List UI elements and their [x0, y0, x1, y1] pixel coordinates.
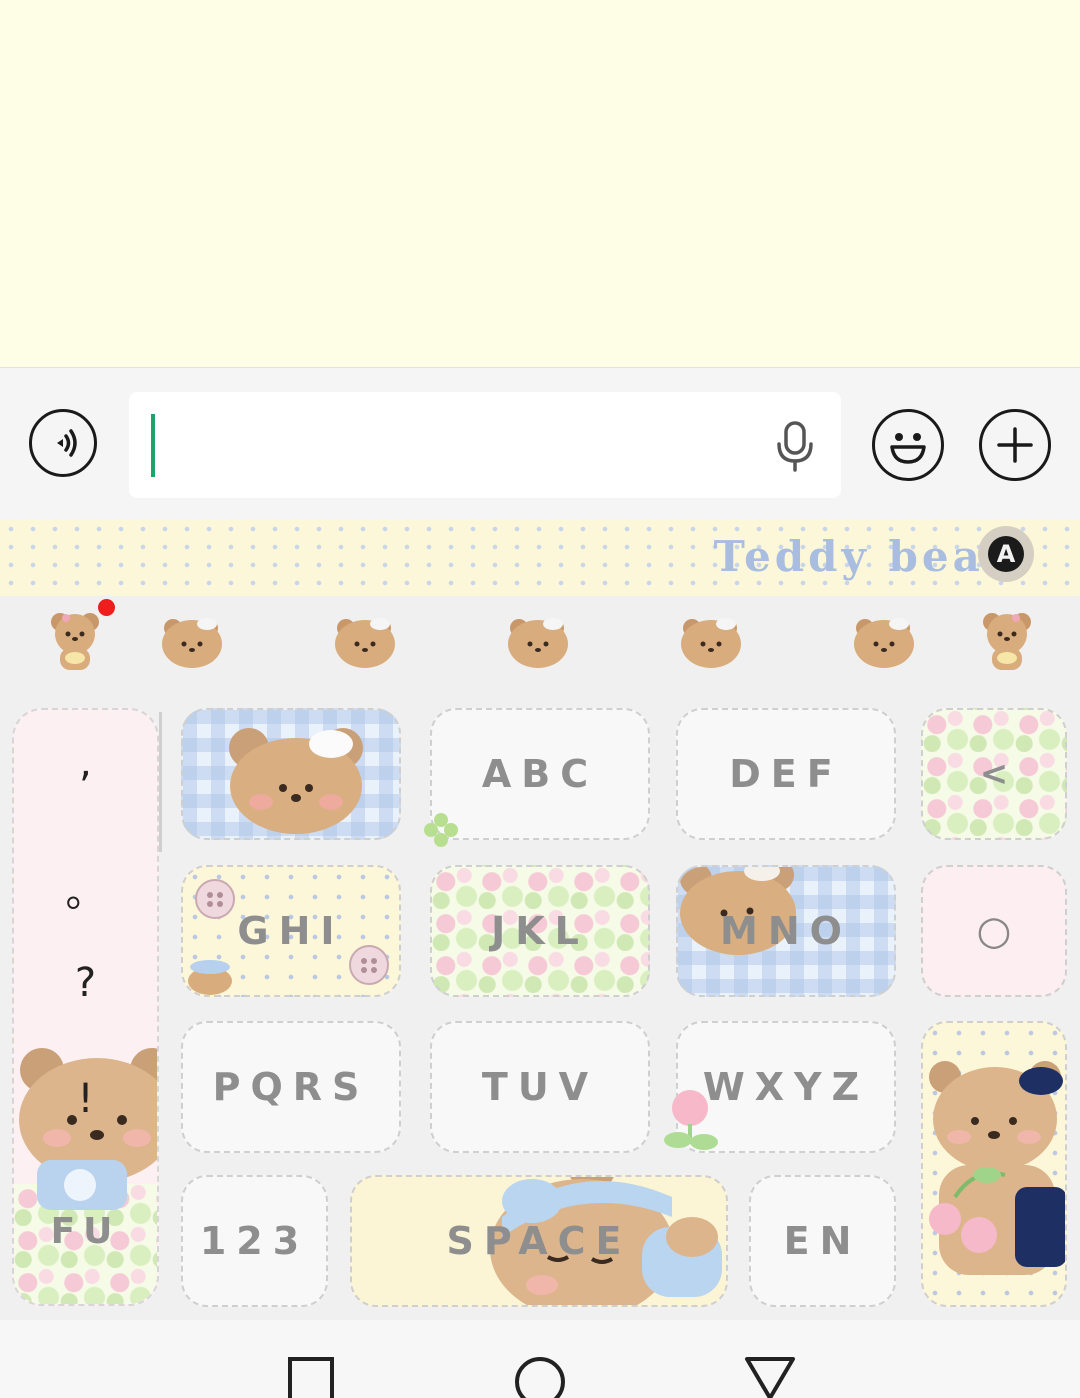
keyboard-logo-button[interactable]: A	[978, 526, 1034, 582]
question-key[interactable]: ?	[14, 960, 157, 1006]
punctuation-column: , 。 ? ! FU	[12, 708, 159, 1306]
space-key[interactable]: SPACE	[350, 1175, 728, 1307]
numbers-key[interactable]: 123	[181, 1175, 328, 1307]
theme-title: Teddy bear	[713, 532, 1010, 581]
more-button[interactable]	[979, 409, 1051, 481]
bear-with-cherries-icon	[929, 1061, 1065, 1275]
small-bear-icon	[188, 960, 232, 995]
language-key[interactable]: EN	[749, 1175, 896, 1307]
voice-wave-icon	[57, 429, 77, 457]
bear-sticker-icon[interactable]	[972, 608, 1042, 674]
def-key[interactable]: DEF	[676, 708, 896, 840]
bear-sticker-icon[interactable]	[40, 608, 110, 674]
period-key[interactable]: 。	[14, 860, 157, 918]
bear-face-key[interactable]	[181, 708, 401, 840]
plus-icon	[997, 427, 1033, 463]
notification-dot	[98, 599, 115, 616]
pqrs-key[interactable]: PQRS	[181, 1021, 401, 1153]
bear-face-icon	[229, 728, 363, 834]
message-input[interactable]	[129, 392, 841, 498]
ghi-key[interactable]: GHI	[181, 865, 401, 997]
exclamation-key[interactable]: !	[14, 1076, 157, 1122]
emoji-button[interactable]	[872, 409, 944, 481]
system-nav-bar	[0, 1320, 1080, 1398]
clover-icon	[424, 813, 458, 847]
bear-with-camera-icon	[19, 1048, 157, 1210]
home-icon[interactable]	[514, 1356, 566, 1398]
back-icon[interactable]	[743, 1356, 797, 1398]
clear-key[interactable]: ○	[921, 865, 1067, 997]
bear-sticker-icon[interactable]	[849, 608, 919, 674]
smiley-icon	[890, 433, 926, 464]
recent-apps-icon[interactable]	[287, 1356, 335, 1398]
input-bar	[0, 367, 1080, 521]
backspace-key[interactable]: <	[921, 708, 1067, 840]
theme-banner: Teddy bear	[0, 520, 1080, 596]
voice-mode-button[interactable]	[29, 409, 97, 477]
fu-key-label[interactable]: FU	[14, 1211, 157, 1252]
mno-key[interactable]: MNO	[676, 865, 896, 997]
microphone-icon[interactable]	[775, 420, 815, 472]
bear-sticker-icon[interactable]	[330, 608, 400, 674]
chat-area	[0, 0, 1080, 367]
jkl-key[interactable]: JKL	[430, 865, 650, 997]
comma-key[interactable]: ,	[14, 740, 157, 786]
text-cursor	[151, 414, 155, 477]
bear-sticker-icon[interactable]	[157, 608, 227, 674]
keyboard-logo-icon: A	[988, 536, 1024, 572]
column-divider	[159, 712, 162, 852]
bear-sticker-icon[interactable]	[503, 608, 573, 674]
abc-key[interactable]: ABC	[430, 708, 650, 840]
bear-sticker-icon[interactable]	[676, 608, 746, 674]
tuv-key[interactable]: TUV	[430, 1021, 650, 1153]
enter-key[interactable]	[921, 1021, 1067, 1307]
